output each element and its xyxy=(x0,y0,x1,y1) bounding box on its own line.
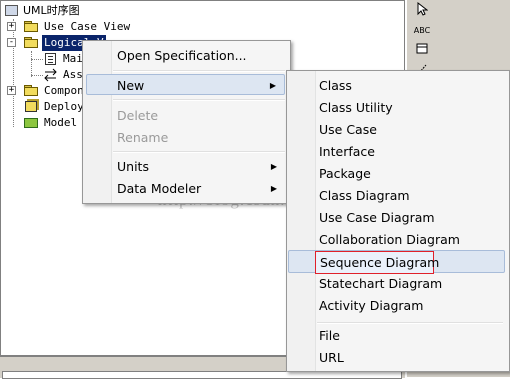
expand-icon[interactable]: + xyxy=(7,22,16,31)
menu-item-label: Open Specification... xyxy=(117,48,247,63)
menu-item-use-case[interactable]: Use Case xyxy=(290,119,504,140)
menu-item-class[interactable]: Class xyxy=(290,75,504,96)
menu-item-label: Statechart Diagram xyxy=(319,276,443,291)
deployment-icon xyxy=(25,101,37,112)
menu-separator xyxy=(113,99,285,101)
new-submenu: Class Class Utility Use Case Interface P… xyxy=(286,70,510,372)
menu-item-label: Collaboration Diagram xyxy=(319,232,460,247)
menu-item-rename: Rename xyxy=(86,127,285,148)
menu-item-new[interactable]: New ▶ xyxy=(86,74,285,95)
note-icon xyxy=(416,43,428,57)
menu-separator xyxy=(113,151,285,153)
tree-line xyxy=(31,75,43,76)
menu-item-label: New xyxy=(117,78,145,93)
note-tool[interactable] xyxy=(410,40,434,60)
tree-item-label: Mai xyxy=(63,52,83,65)
class-diagram-icon xyxy=(45,53,56,65)
menu-item-url[interactable]: URL xyxy=(290,347,504,368)
menu-item-interface[interactable]: Interface xyxy=(290,141,504,162)
tree-item-label: Ass xyxy=(63,68,83,81)
text-box-tool[interactable]: ABC xyxy=(410,20,434,40)
submenu-arrow-icon: ▶ xyxy=(269,81,276,90)
folder-icon xyxy=(24,21,38,32)
tree-line xyxy=(31,59,43,60)
tree-item-label: Compon xyxy=(44,84,84,97)
menu-item-package[interactable]: Package xyxy=(290,163,504,184)
model-integrity-icon xyxy=(24,118,38,128)
menu-item-activity-diagram[interactable]: Activity Diagram xyxy=(290,295,504,316)
menu-item-collaboration-diagram[interactable]: Collaboration Diagram xyxy=(290,229,504,250)
tree-line xyxy=(31,51,32,77)
menu-item-label: File xyxy=(319,328,340,343)
menu-item-label: Units xyxy=(117,159,149,174)
expand-icon[interactable]: + xyxy=(7,86,16,95)
menu-separator xyxy=(317,322,503,324)
menu-item-label: Data Modeler xyxy=(117,181,202,196)
tree-item-label: Use Case View xyxy=(44,20,131,33)
submenu-arrow-icon: ▶ xyxy=(270,162,277,171)
menu-item-open-specification[interactable]: Open Specification... xyxy=(86,45,285,66)
menu-separator xyxy=(113,70,285,72)
documentation-field[interactable] xyxy=(2,371,402,379)
menu-item-label: URL xyxy=(319,350,344,365)
menu-item-statechart-diagram[interactable]: Statechart Diagram xyxy=(290,273,504,294)
menu-item-label: Package xyxy=(319,166,371,181)
menu-item-units[interactable]: Units ▶ xyxy=(86,156,285,177)
tree-item-label: Deploy xyxy=(44,100,84,113)
menu-item-file[interactable]: File xyxy=(290,325,504,346)
text-tool-label: ABC xyxy=(413,25,431,35)
tree-item-deployment-view[interactable]: Deploy xyxy=(7,99,87,115)
submenu-arrow-icon: ▶ xyxy=(270,184,277,193)
menu-item-label: Use Case xyxy=(319,122,377,137)
menu-item-label: Class xyxy=(319,78,352,93)
menu-item-class-utility[interactable]: Class Utility xyxy=(290,97,504,118)
folder-icon xyxy=(24,37,38,48)
selection-tool[interactable] xyxy=(410,0,434,20)
menu-item-label: Class Utility xyxy=(319,100,393,115)
collapse-icon[interactable]: - xyxy=(7,38,16,47)
menu-item-delete: Delete xyxy=(86,105,285,126)
menu-item-label: Class Diagram xyxy=(319,188,410,203)
tree-root-label: UML时序图 xyxy=(23,4,80,17)
pointer-arrow-icon xyxy=(416,1,429,19)
model-icon xyxy=(5,5,18,16)
association-icon xyxy=(44,68,58,82)
menu-item-label: Activity Diagram xyxy=(319,298,424,313)
tree-item-model-integrity[interactable]: Model I xyxy=(7,115,90,131)
menu-item-label: Sequence Diagram xyxy=(320,255,440,270)
menu-item-label: Interface xyxy=(319,144,375,159)
menu-item-label: Delete xyxy=(117,108,159,123)
menu-item-data-modeler[interactable]: Data Modeler ▶ xyxy=(86,178,285,199)
menu-item-label: Rename xyxy=(117,130,169,145)
context-menu: Open Specification... New ▶ Delete Renam… xyxy=(82,40,291,204)
tree-item-component-view[interactable]: + Compon xyxy=(7,83,87,99)
menu-item-label: Use Case Diagram xyxy=(319,210,435,225)
menu-item-class-diagram[interactable]: Class Diagram xyxy=(290,185,504,206)
folder-icon xyxy=(24,85,38,96)
tree-item-use-case-view[interactable]: + Use Case View xyxy=(7,19,147,35)
menu-item-use-case-diagram[interactable]: Use Case Diagram xyxy=(290,207,504,228)
menu-item-sequence-diagram[interactable]: Sequence Diagram xyxy=(288,250,505,274)
